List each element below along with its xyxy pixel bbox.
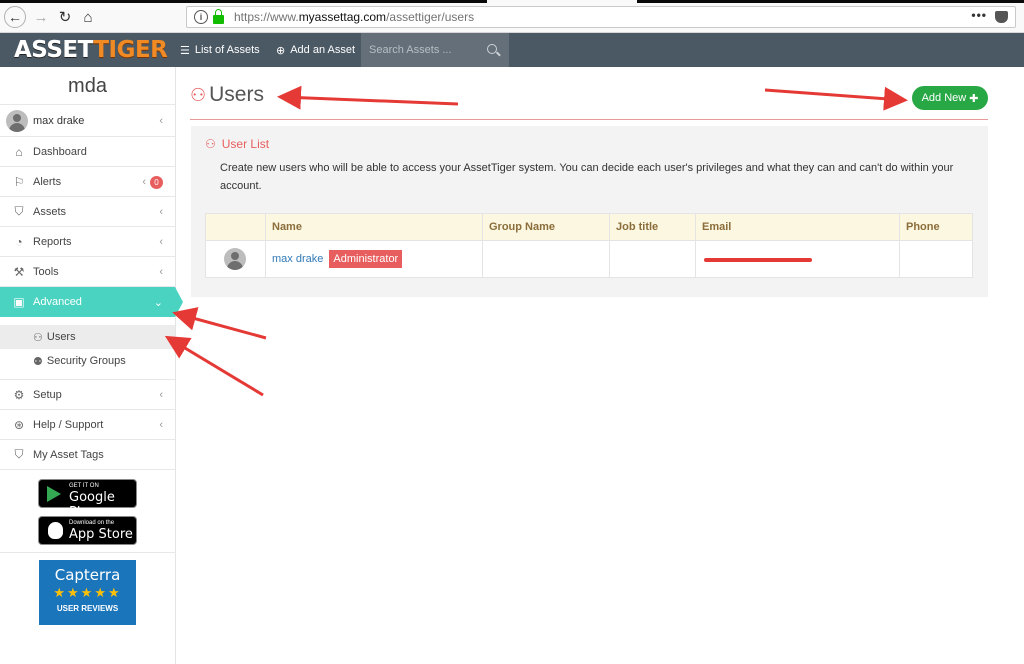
annotation-arrow-advanced: [172, 307, 267, 340]
annotation-arrow-users: [164, 335, 264, 397]
annotation-arrow-add-new: [764, 86, 908, 111]
annotation-arrow-title: [277, 85, 459, 110]
annotation-arrows: [164, 85, 908, 397]
